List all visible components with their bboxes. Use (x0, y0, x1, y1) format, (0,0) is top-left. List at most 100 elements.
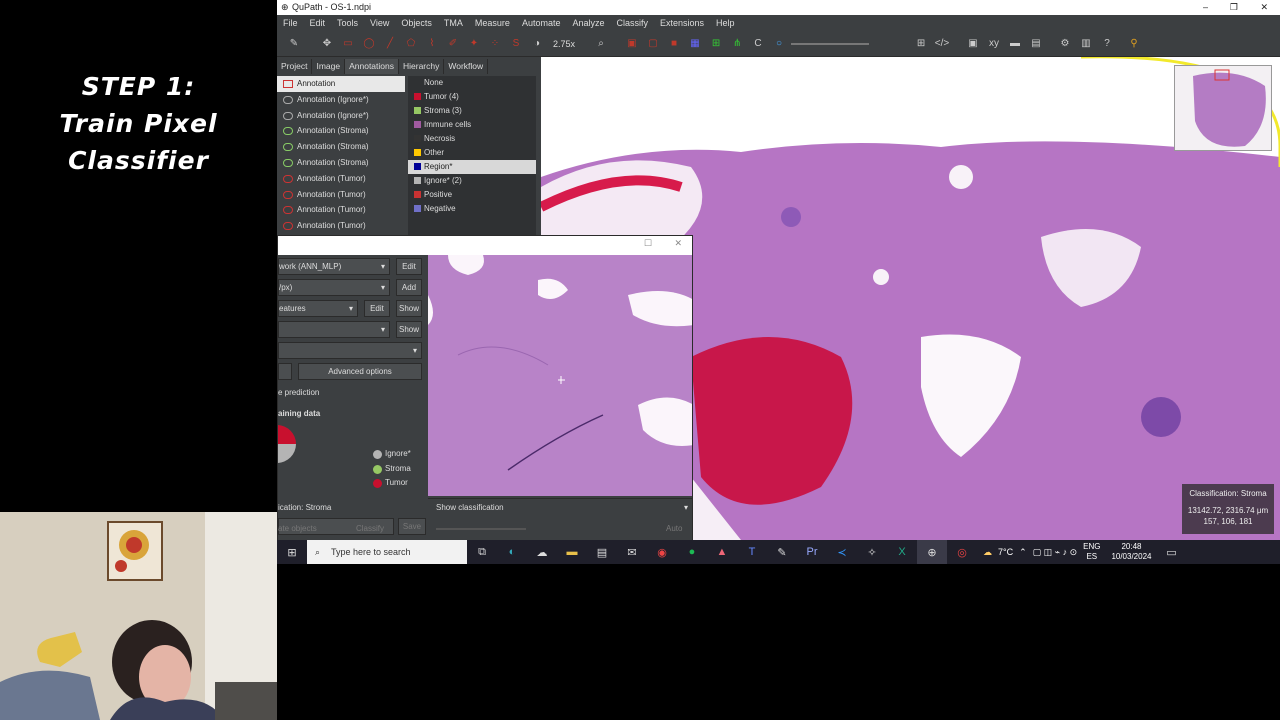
tab-project[interactable]: Project (277, 59, 313, 74)
restore-button[interactable]: ❐ (1230, 0, 1238, 15)
tab-image[interactable]: Image (312, 59, 346, 74)
menu-tma[interactable]: TMA (438, 15, 469, 31)
chevron-up-icon[interactable]: ⌃ (1019, 547, 1027, 558)
show-annotations-icon[interactable]: ▣ (623, 35, 641, 53)
class-item-negative[interactable]: Negative (408, 202, 536, 216)
taskbar-search-box[interactable]: ⌕ Type here to search (307, 540, 467, 564)
help-icon[interactable]: ? (1098, 35, 1116, 53)
class-item-immune-cells[interactable]: Immune cells (408, 118, 536, 132)
show-classification-dropdown[interactable]: Show classification ▾ (428, 498, 692, 515)
classifier-dropdown[interactable]: work (ANN_MLP) ▾ (278, 258, 390, 275)
file-explorer-icon[interactable]: ▬ (557, 540, 587, 564)
annotation-item[interactable]: Annotation (277, 76, 405, 92)
opacity-slider[interactable] (791, 42, 870, 45)
selection-tool-icon[interactable]: S (507, 35, 525, 53)
wand-tool-icon[interactable]: ✦ (465, 35, 483, 53)
edit-classifier-button[interactable]: Edit (396, 258, 422, 275)
language-indicator[interactable]: ENG ES (1083, 542, 1100, 562)
class-item-region[interactable]: Region* (408, 160, 536, 174)
fill-annotations-icon[interactable]: ▢ (644, 35, 662, 53)
dialog-maximize-button[interactable]: ☐ (644, 238, 652, 249)
live-prediction-toggle[interactable]: e prediction (278, 384, 428, 401)
teams-icon[interactable]: T (737, 540, 767, 564)
show-tma-icon[interactable]: ■ (665, 35, 683, 53)
polygon-tool-icon[interactable]: ⬠ (402, 35, 420, 53)
annotation-item[interactable]: Annotation (Stroma) (277, 155, 405, 171)
show-detections-icon[interactable]: ▦ (686, 35, 704, 53)
points-tool-icon[interactable]: ⁘ (486, 35, 504, 53)
clock[interactable]: 20:48 10/03/2024 (1106, 542, 1156, 562)
class-item-none[interactable]: None (408, 76, 536, 90)
line-tool-icon[interactable]: ╱ (381, 35, 399, 53)
annotation-item[interactable]: Annotation (Ignore*) (277, 92, 405, 108)
log-icon[interactable]: ▥ (1077, 35, 1095, 53)
preview-image[interactable] (428, 255, 692, 496)
annotation-item[interactable]: Annotation (Ignore*) (277, 108, 405, 124)
menu-measure[interactable]: Measure (469, 15, 516, 31)
chrome-browser-icon[interactable]: ◉ (647, 540, 677, 564)
script-editor-icon[interactable]: </> (933, 35, 951, 53)
excel-icon[interactable]: X (887, 540, 917, 564)
polyline-tool-icon[interactable]: ⌇ (423, 35, 441, 53)
recorder-icon[interactable]: ◎ (947, 540, 977, 564)
notes-icon[interactable]: ✎ (767, 540, 797, 564)
show-features-button[interactable]: Show (396, 300, 422, 317)
options-button[interactable] (278, 363, 292, 380)
menu-objects[interactable]: Objects (395, 15, 438, 31)
measure-tool-icon[interactable]: ✎ (285, 35, 303, 53)
annotation-item[interactable]: Annotation (Stroma) (277, 123, 405, 139)
annotation-item[interactable]: Annotation (Stroma) (277, 139, 405, 155)
edit-features-button[interactable]: Edit (364, 300, 390, 317)
menu-help[interactable]: Help (710, 15, 741, 31)
class-item-necrosis[interactable]: Necrosis (408, 132, 536, 146)
menu-classify[interactable]: Classify (611, 15, 655, 31)
add-resolution-button[interactable]: Add (396, 279, 422, 296)
minimize-button[interactable]: – (1203, 0, 1208, 15)
annotation-item[interactable]: Annotation (Tumor) (277, 187, 405, 203)
create-objects-button[interactable]: ate objects (278, 524, 317, 533)
app-icon[interactable]: ▲ (707, 540, 737, 564)
class-item-stroma[interactable]: Stroma (3) (408, 104, 536, 118)
menu-extensions[interactable]: Extensions (654, 15, 710, 31)
overview-thumbnail[interactable] (1174, 65, 1272, 151)
rectangle-tool-icon[interactable]: ▭ (339, 35, 357, 53)
menu-view[interactable]: View (364, 15, 395, 31)
menu-edit[interactable]: Edit (304, 15, 332, 31)
menu-tools[interactable]: Tools (331, 15, 364, 31)
coordinates-icon[interactable]: xy (985, 35, 1003, 53)
settings-icon[interactable]: ⚙ (1056, 35, 1074, 53)
premiere-pro-icon[interactable]: Pr (797, 540, 827, 564)
annotation-item[interactable]: Annotation (Tumor) (277, 218, 405, 234)
auto-button[interactable]: Auto (666, 524, 682, 533)
scalebar-icon[interactable]: ▬ (1006, 35, 1024, 53)
class-item-ignore[interactable]: Ignore* (2) (408, 174, 536, 188)
resolution-dropdown[interactable]: /px) ▾ (278, 279, 390, 296)
tab-hierarchy[interactable]: Hierarchy (399, 59, 445, 74)
opacity-slider-icon[interactable]: ○ (770, 35, 788, 53)
windows-start-icon[interactable]: ⊞ (277, 540, 307, 564)
mail-icon[interactable]: ✉ (617, 540, 647, 564)
pixel-classification-icon[interactable]: C (749, 35, 767, 53)
brightness-contrast-icon[interactable]: ◑ (528, 35, 546, 53)
move-tool-icon[interactable]: ✥ (318, 35, 336, 53)
ellipse-tool-icon[interactable]: ◯ (360, 35, 378, 53)
class-item-positive[interactable]: Positive (408, 188, 536, 202)
annotation-item[interactable]: Annotation (Tumor) (277, 171, 405, 187)
extensions-icon[interactable]: ⚲ (1125, 35, 1143, 53)
menu-automate[interactable]: Automate (516, 15, 567, 31)
annotation-item[interactable]: Annotation (Tumor) (277, 202, 405, 218)
class-item-other[interactable]: Other (408, 146, 536, 160)
close-button[interactable]: ✕ (1260, 0, 1268, 15)
tab-workflow[interactable]: Workflow (444, 59, 489, 74)
show-output-button[interactable]: Show (396, 321, 422, 338)
region-dropdown[interactable]: ▾ (278, 342, 422, 359)
spotify-icon[interactable]: ● (677, 540, 707, 564)
brush-tool-icon[interactable]: ✐ (444, 35, 462, 53)
overview-icon[interactable]: ▣ (964, 35, 982, 53)
dialog-close-button[interactable]: ✕ (674, 238, 682, 249)
classify-button[interactable]: Classify (356, 524, 384, 533)
output-dropdown[interactable]: ▾ (278, 321, 390, 338)
edge-browser-icon[interactable]: ◐ (497, 540, 527, 564)
features-dropdown[interactable]: eatures ▾ (278, 300, 358, 317)
tray-icons[interactable]: ▢ ◫ ⌁ ♪ ⊙ (1033, 547, 1077, 558)
